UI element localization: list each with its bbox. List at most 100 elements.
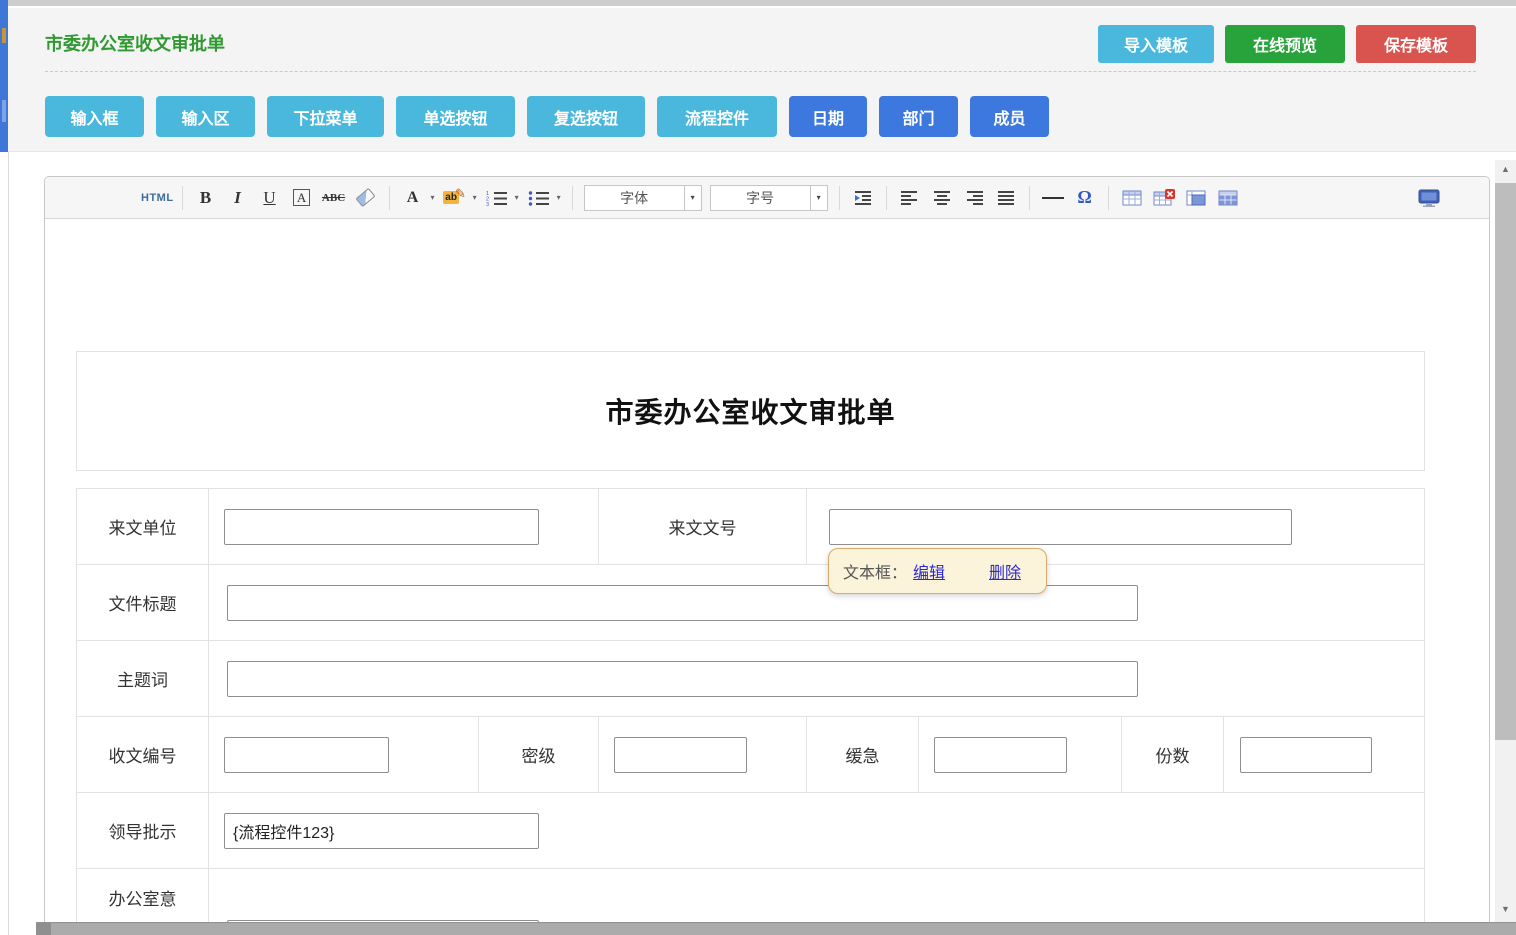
italic-button[interactable]: I xyxy=(223,184,253,212)
table-row: 主题词 xyxy=(77,641,1424,717)
editor-content[interactable]: 市委办公室收文审批单 来文单位 来文文号 文件标题 xyxy=(45,219,1489,935)
font-color-dropdown-arrow[interactable]: ▾ xyxy=(431,193,435,202)
import-template-button[interactable]: 导入模板 xyxy=(1098,25,1214,63)
widget-button-department[interactable]: 部门 xyxy=(879,96,958,137)
cell-doc-title xyxy=(209,565,1424,640)
indent-button[interactable] xyxy=(848,184,878,212)
underline-button[interactable]: U xyxy=(255,184,285,212)
fullscreen-button[interactable] xyxy=(1414,184,1444,212)
form-title-box: 市委办公室收文审批单 xyxy=(76,351,1425,471)
align-left-button[interactable] xyxy=(895,184,925,212)
input-copies[interactable] xyxy=(1240,737,1372,773)
stripe-notch-yellow xyxy=(2,28,6,43)
html-source-icon: HTML xyxy=(141,192,174,204)
fullscreen-monitor-icon xyxy=(1418,189,1440,207)
form-title: 市委办公室收文审批单 xyxy=(605,391,895,431)
align-right-button[interactable] xyxy=(959,184,989,212)
html-source-button[interactable]: HTML xyxy=(141,184,174,212)
horizontal-scrollbar[interactable] xyxy=(36,922,1516,935)
delete-link[interactable]: 删除 xyxy=(989,559,1021,583)
strikethrough-icon: ABC xyxy=(322,192,345,204)
cell-properties-button[interactable] xyxy=(1213,184,1243,212)
tooltip-label: 文本框： xyxy=(843,559,907,583)
input-receive-number[interactable] xyxy=(224,737,389,773)
input-urgency[interactable] xyxy=(934,737,1067,773)
widget-button-radio[interactable]: 单选按钮 xyxy=(396,96,515,137)
align-center-button[interactable] xyxy=(927,184,957,212)
delete-table-button[interactable] xyxy=(1149,184,1179,212)
scroll-down-button[interactable]: ▼ xyxy=(1495,900,1516,918)
insert-table-button[interactable] xyxy=(1117,184,1147,212)
toolbar-separator xyxy=(1108,186,1109,210)
input-secret-level[interactable] xyxy=(614,737,747,773)
input-leader-comments[interactable] xyxy=(224,813,539,849)
scrollbar-thumb[interactable] xyxy=(1495,183,1516,740)
font-color-button[interactable]: A xyxy=(398,184,428,212)
save-template-button[interactable]: 保存模板 xyxy=(1356,25,1476,63)
ordered-list-button[interactable]: 1 2 3 xyxy=(482,184,512,212)
widget-button-input-area[interactable]: 输入区 xyxy=(156,96,255,137)
special-char-button[interactable]: Ω xyxy=(1070,184,1100,212)
widget-button-dropdown[interactable]: 下拉菜单 xyxy=(267,96,384,137)
cell-subject-words xyxy=(209,641,1424,716)
page-title: 市委办公室收文审批单 xyxy=(45,30,225,56)
label-receive-number: 收文编号 xyxy=(77,717,209,792)
delete-table-icon xyxy=(1153,189,1175,206)
cell-copies xyxy=(1224,717,1424,792)
font-size-arrow-icon: ▾ xyxy=(810,186,827,210)
input-subject-words[interactable] xyxy=(227,661,1138,697)
label-urgency: 缓急 xyxy=(807,717,919,792)
justify-icon xyxy=(996,190,1016,206)
cell-source-unit xyxy=(209,489,599,564)
highlight-dropdown-arrow[interactable]: ▾ xyxy=(473,193,477,202)
insert-table-icon xyxy=(1122,190,1142,206)
font-family-select[interactable]: 字体 ▾ xyxy=(584,185,702,211)
char-border-button[interactable]: A xyxy=(287,184,317,212)
input-source-unit[interactable] xyxy=(224,509,539,545)
widget-button-row: 输入框 输入区 下拉菜单 单选按钮 复选按钮 流程控件 日期 部门 成员 xyxy=(45,96,1049,137)
cell-leader-comments xyxy=(209,793,1424,868)
toolbar-separator xyxy=(886,186,887,210)
italic-icon: I xyxy=(234,188,241,208)
widget-button-flow-control[interactable]: 流程控件 xyxy=(657,96,777,137)
toolbar-separator xyxy=(572,186,573,210)
widget-button-member[interactable]: 成员 xyxy=(970,96,1049,137)
ordered-list-dropdown-arrow[interactable]: ▾ xyxy=(515,193,519,202)
table-row: 来文单位 来文文号 xyxy=(77,489,1424,565)
form-table: 来文单位 来文文号 文件标题 xyxy=(76,488,1425,935)
label-doc-title: 文件标题 xyxy=(77,565,209,640)
unordered-list-dropdown-arrow[interactable]: ▾ xyxy=(557,193,561,202)
table-properties-button[interactable] xyxy=(1181,184,1211,212)
page-left-border xyxy=(8,152,9,935)
vertical-scrollbar[interactable]: ▲ ▼ xyxy=(1495,160,1516,935)
cell-receive-number xyxy=(209,717,479,792)
font-size-label: 字号 xyxy=(711,188,810,208)
input-doc-number[interactable] xyxy=(829,509,1292,545)
strikethrough-button[interactable]: ABC xyxy=(319,184,349,212)
horizontal-rule-button[interactable] xyxy=(1038,184,1068,212)
remove-format-button[interactable] xyxy=(351,184,381,212)
widget-button-checkbox[interactable]: 复选按钮 xyxy=(527,96,645,137)
font-size-select[interactable]: 字号 ▾ xyxy=(710,185,828,211)
scroll-up-button[interactable]: ▲ xyxy=(1495,160,1516,178)
highlight-color-button[interactable]: ab ✎ xyxy=(440,184,470,212)
screen: 市委办公室收文审批单 导入模板 在线预览 保存模板 输入框 输入区 下拉菜单 单… xyxy=(0,0,1516,935)
toolbar-separator xyxy=(182,186,183,210)
online-preview-button[interactable]: 在线预览 xyxy=(1225,25,1345,63)
svg-text:3: 3 xyxy=(486,202,489,206)
widget-button-date[interactable]: 日期 xyxy=(789,96,867,137)
unordered-list-icon xyxy=(528,190,550,206)
label-secret-level: 密级 xyxy=(479,717,599,792)
widget-tooltip: 文本框： 编辑 删除 xyxy=(828,548,1047,594)
stripe-notch-blue xyxy=(2,100,6,122)
rich-text-editor: HTML B I U A ABC A ▾ ab ✎ ▾ 1 2 3 xyxy=(44,176,1490,935)
unordered-list-button[interactable] xyxy=(524,184,554,212)
bold-button[interactable]: B xyxy=(191,184,221,212)
toolbar-separator xyxy=(1029,186,1030,210)
align-center-icon xyxy=(932,190,952,206)
edit-link[interactable]: 编辑 xyxy=(913,559,945,583)
toolbar-separator xyxy=(389,186,390,210)
label-subject-words: 主题词 xyxy=(77,641,209,716)
widget-button-input-box[interactable]: 输入框 xyxy=(45,96,144,137)
justify-button[interactable] xyxy=(991,184,1021,212)
